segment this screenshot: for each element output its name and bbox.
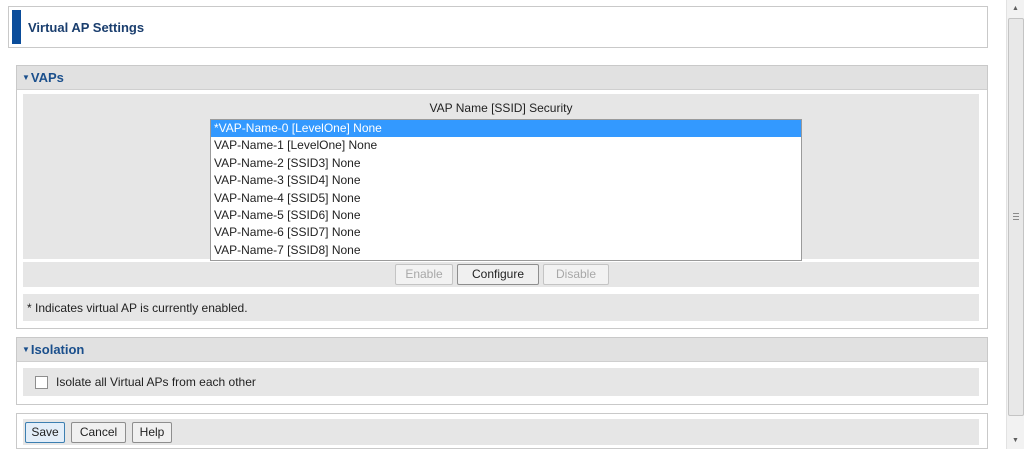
grip-icon bbox=[1013, 213, 1019, 214]
vaps-section-title: VAPs bbox=[30, 70, 64, 85]
enable-button[interactable]: Enable bbox=[395, 264, 453, 285]
triangle-down-icon: ▼ bbox=[22, 345, 30, 354]
enabled-note: * Indicates virtual AP is currently enab… bbox=[27, 301, 248, 315]
cancel-button[interactable]: Cancel bbox=[71, 422, 126, 443]
vap-note-row: * Indicates virtual AP is currently enab… bbox=[23, 294, 979, 321]
vertical-scrollbar[interactable]: ▲ ▼ bbox=[1006, 0, 1024, 449]
vap-list-item[interactable]: VAP-Name-4 [SSID5] None bbox=[211, 190, 801, 207]
footer-row: Save Cancel Help bbox=[23, 419, 979, 445]
grip-icon bbox=[1013, 219, 1019, 220]
title-accent-bar bbox=[12, 10, 21, 44]
vap-listbox[interactable]: *VAP-Name-0 [LevelOne] None VAP-Name-1 [… bbox=[210, 119, 802, 261]
help-button[interactable]: Help bbox=[132, 422, 172, 443]
arrow-up-icon[interactable]: ▲ bbox=[1007, 0, 1024, 17]
vap-list-row: VAP Name [SSID] Security *VAP-Name-0 [Le… bbox=[23, 94, 979, 261]
footer-section: Save Cancel Help bbox=[16, 413, 988, 449]
isolate-checkbox[interactable] bbox=[35, 376, 48, 389]
configure-button[interactable]: Configure bbox=[457, 264, 539, 285]
vap-list-item[interactable]: VAP-Name-7 [SSID8] None bbox=[211, 242, 801, 259]
vap-list-item[interactable]: VAP-Name-5 [SSID6] None bbox=[211, 207, 801, 224]
scrollbar-thumb[interactable] bbox=[1008, 18, 1024, 416]
grip-icon bbox=[1013, 216, 1019, 217]
vaps-section-header[interactable]: ▼VAPs bbox=[17, 66, 987, 90]
isolate-checkbox-label: Isolate all Virtual APs from each other bbox=[56, 375, 256, 389]
page-title: Virtual AP Settings bbox=[28, 20, 145, 35]
save-button[interactable]: Save bbox=[25, 422, 65, 443]
isolation-row: Isolate all Virtual APs from each other bbox=[23, 368, 979, 396]
triangle-down-icon: ▼ bbox=[22, 73, 30, 82]
vap-buttons-row: Enable Configure Disable bbox=[23, 262, 979, 287]
vap-list-item[interactable]: VAP-Name-2 [SSID3] None bbox=[211, 155, 801, 172]
isolation-section-header[interactable]: ▼Isolation bbox=[17, 338, 987, 362]
vap-list-column-title: VAP Name [SSID] Security bbox=[429, 101, 573, 115]
vap-list-item[interactable]: *VAP-Name-0 [LevelOne] None bbox=[211, 120, 801, 138]
vap-list-item[interactable]: VAP-Name-3 [SSID4] None bbox=[211, 172, 801, 189]
vap-list-item[interactable]: VAP-Name-6 [SSID7] None bbox=[211, 224, 801, 241]
page-title-box: Virtual AP Settings bbox=[8, 6, 988, 48]
disable-button[interactable]: Disable bbox=[543, 264, 609, 285]
isolation-section: ▼Isolation Isolate all Virtual APs from … bbox=[16, 337, 988, 405]
isolation-section-title: Isolation bbox=[30, 342, 85, 357]
arrow-down-icon[interactable]: ▼ bbox=[1007, 432, 1024, 449]
vap-list-item[interactable]: VAP-Name-1 [LevelOne] None bbox=[211, 137, 801, 154]
vaps-section: ▼VAPs VAP Name [SSID] Security *VAP-Name… bbox=[16, 65, 988, 329]
